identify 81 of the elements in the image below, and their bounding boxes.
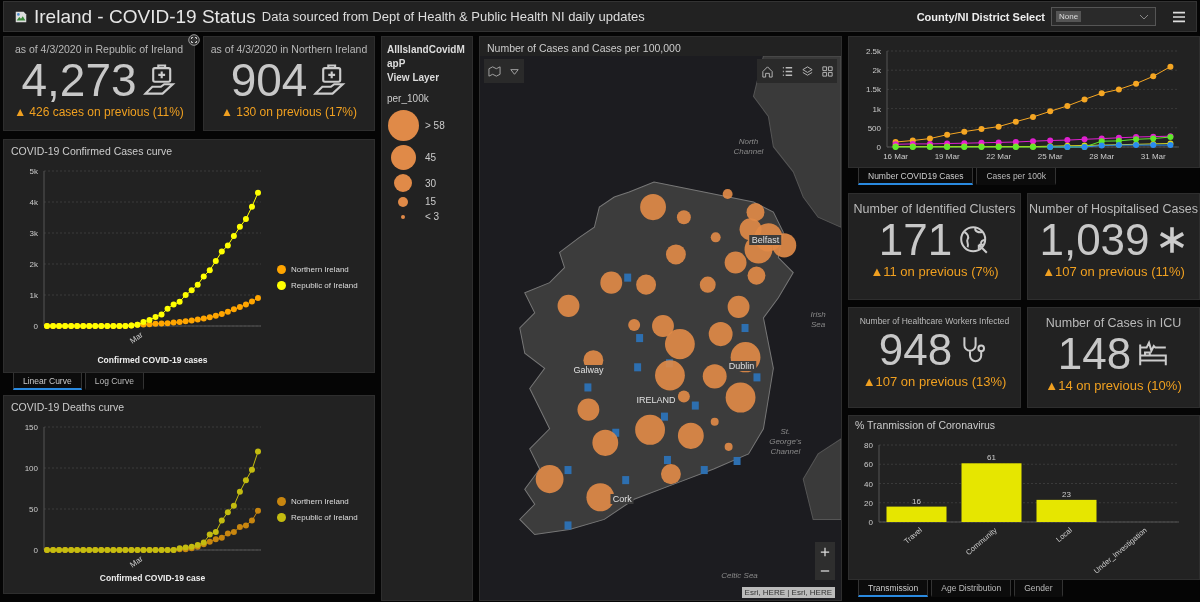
axis-title: Confirmed COVID-19 case [99, 573, 206, 583]
stat-label: as of 4/3/2020 in Northern Ireland [210, 43, 368, 55]
stat-value: 4,273 [21, 55, 137, 105]
field-name: per_100k [387, 93, 430, 104]
axis-tick-label: 3k [29, 229, 38, 238]
axis-tick-label: 25 Mar [1037, 152, 1063, 161]
legend-label: 45 [425, 152, 437, 163]
metric-value: 148 [1057, 330, 1132, 378]
legend-label: < 3 [425, 211, 440, 222]
axis-tick-label: 500 [867, 123, 881, 133]
axis-tick-label: 60 [864, 460, 873, 470]
axis-tick-label: 31 Mar [1140, 152, 1166, 161]
axis-tick-label: 16 Mar [883, 152, 909, 161]
map-place-label: Belfast [749, 235, 782, 246]
axis-tick-label: 20 [864, 498, 873, 508]
metric-value: 948 [878, 326, 953, 374]
legend-label: > 58 [425, 120, 445, 131]
axis-tick-label: 0 [876, 143, 881, 152]
change-text: ▲14 on previous (10%) [1045, 378, 1182, 393]
bar-value-label: 61 [987, 453, 996, 463]
legend-label: Northern Ireland [291, 497, 349, 506]
axis-tick-label: 0 [33, 322, 38, 331]
map-title: Number of Cases and Cases per 100,000 [486, 41, 682, 56]
axis-tick-label: 0 [33, 546, 38, 555]
dashboard-subtitle: Data sourced from Dept of Health & Public Health NI daily updates [261, 9, 645, 24]
axis-tick-label: 0 [868, 518, 873, 527]
change-text: ▲107 on previous (13%) [862, 374, 1007, 389]
map-place-label: St. George's Channel [768, 426, 803, 457]
metric-label: Number of Cases in ICU [1045, 316, 1182, 330]
layer-subtitle: View Layer [387, 71, 441, 85]
stat-label: as of 4/3/2020 in Republic of Ireland [14, 43, 184, 55]
map-place-label: Cork [610, 494, 634, 505]
map-place-label: North Channel [732, 136, 765, 157]
bar-value-label: 23 [1062, 489, 1071, 499]
chart-title: COVID-19 Confirmed Cases curve [10, 144, 174, 159]
metric-label: Number of Hospitalised Cases [1029, 202, 1198, 216]
axis-tick-label: 22 Mar [986, 152, 1012, 161]
axis-tick-label: 2k [872, 66, 881, 76]
chart-title: % Tranmission of Coronavirus [854, 418, 997, 432]
axis-tick-label: 1k [872, 104, 881, 114]
metric-value: 1,039 [1039, 216, 1150, 264]
map-place-label: Galway [571, 365, 606, 376]
axis-tick-label: 100 [24, 464, 38, 473]
map-place-label: Dublin [726, 361, 757, 372]
legend-label: Republic of Ireland [291, 281, 358, 290]
bar-value-label: 16 [912, 496, 921, 506]
metric-value: 171 [878, 216, 953, 264]
stat-value: 904 [230, 55, 308, 105]
axis-tick-label: Mar [128, 554, 145, 570]
axis-tick-label: 150 [24, 423, 38, 432]
change-text: ▲11 on previous (7%) [870, 264, 999, 279]
axis-tick-label: 2k [29, 260, 38, 269]
dashboard-title: Ireland - COVID-19 Status [34, 5, 256, 28]
legend-label: 15 [425, 196, 437, 207]
layer-title: AllIslandCovidMapP [387, 43, 466, 71]
axis-tick-label: Mar [128, 330, 145, 346]
axis-tick-label: 19 Mar [934, 152, 960, 161]
change-text: ▲ 130 on previous (17%) [221, 105, 357, 119]
axis-tick-label: 40 [864, 479, 873, 489]
metric-label: Number of Identified Clusters [853, 202, 1016, 216]
map-attribution: Esri, HERE | Esri, HERE [741, 587, 835, 598]
map-place-label: IRELAND [634, 394, 678, 405]
legend-label: Republic of Ireland [291, 513, 358, 522]
axis-tick-label: 2.5k [865, 47, 881, 56]
change-text: ▲ 426 cases on previous (11%) [14, 105, 184, 119]
legend-label: 30 [425, 177, 437, 189]
axis-tick-label: 50 [29, 505, 38, 514]
metric-label: Number of Healthcare Workers Infected [859, 316, 1010, 326]
select-label: County/NI District Select [916, 10, 1045, 23]
chart-title: COVID-19 Deaths curve [10, 400, 126, 415]
axis-tick-label: 1.5k [865, 85, 881, 95]
legend-label: Northern Ireland [291, 265, 349, 274]
axis-title: Confirmed COVID-19 cases [97, 355, 208, 365]
map-place-label: Celtic Sea [721, 570, 758, 581]
axis-tick-label: 5k [29, 167, 38, 176]
axis-tick-label: 4k [29, 198, 38, 207]
change-text: ▲107 on previous (11%) [1042, 264, 1185, 279]
axis-tick-label: 80 [864, 441, 873, 450]
axis-tick-label: 28 Mar [1089, 152, 1115, 161]
axis-tick-label: 1k [29, 291, 38, 300]
map-place-label: Irish Sea [809, 309, 827, 330]
